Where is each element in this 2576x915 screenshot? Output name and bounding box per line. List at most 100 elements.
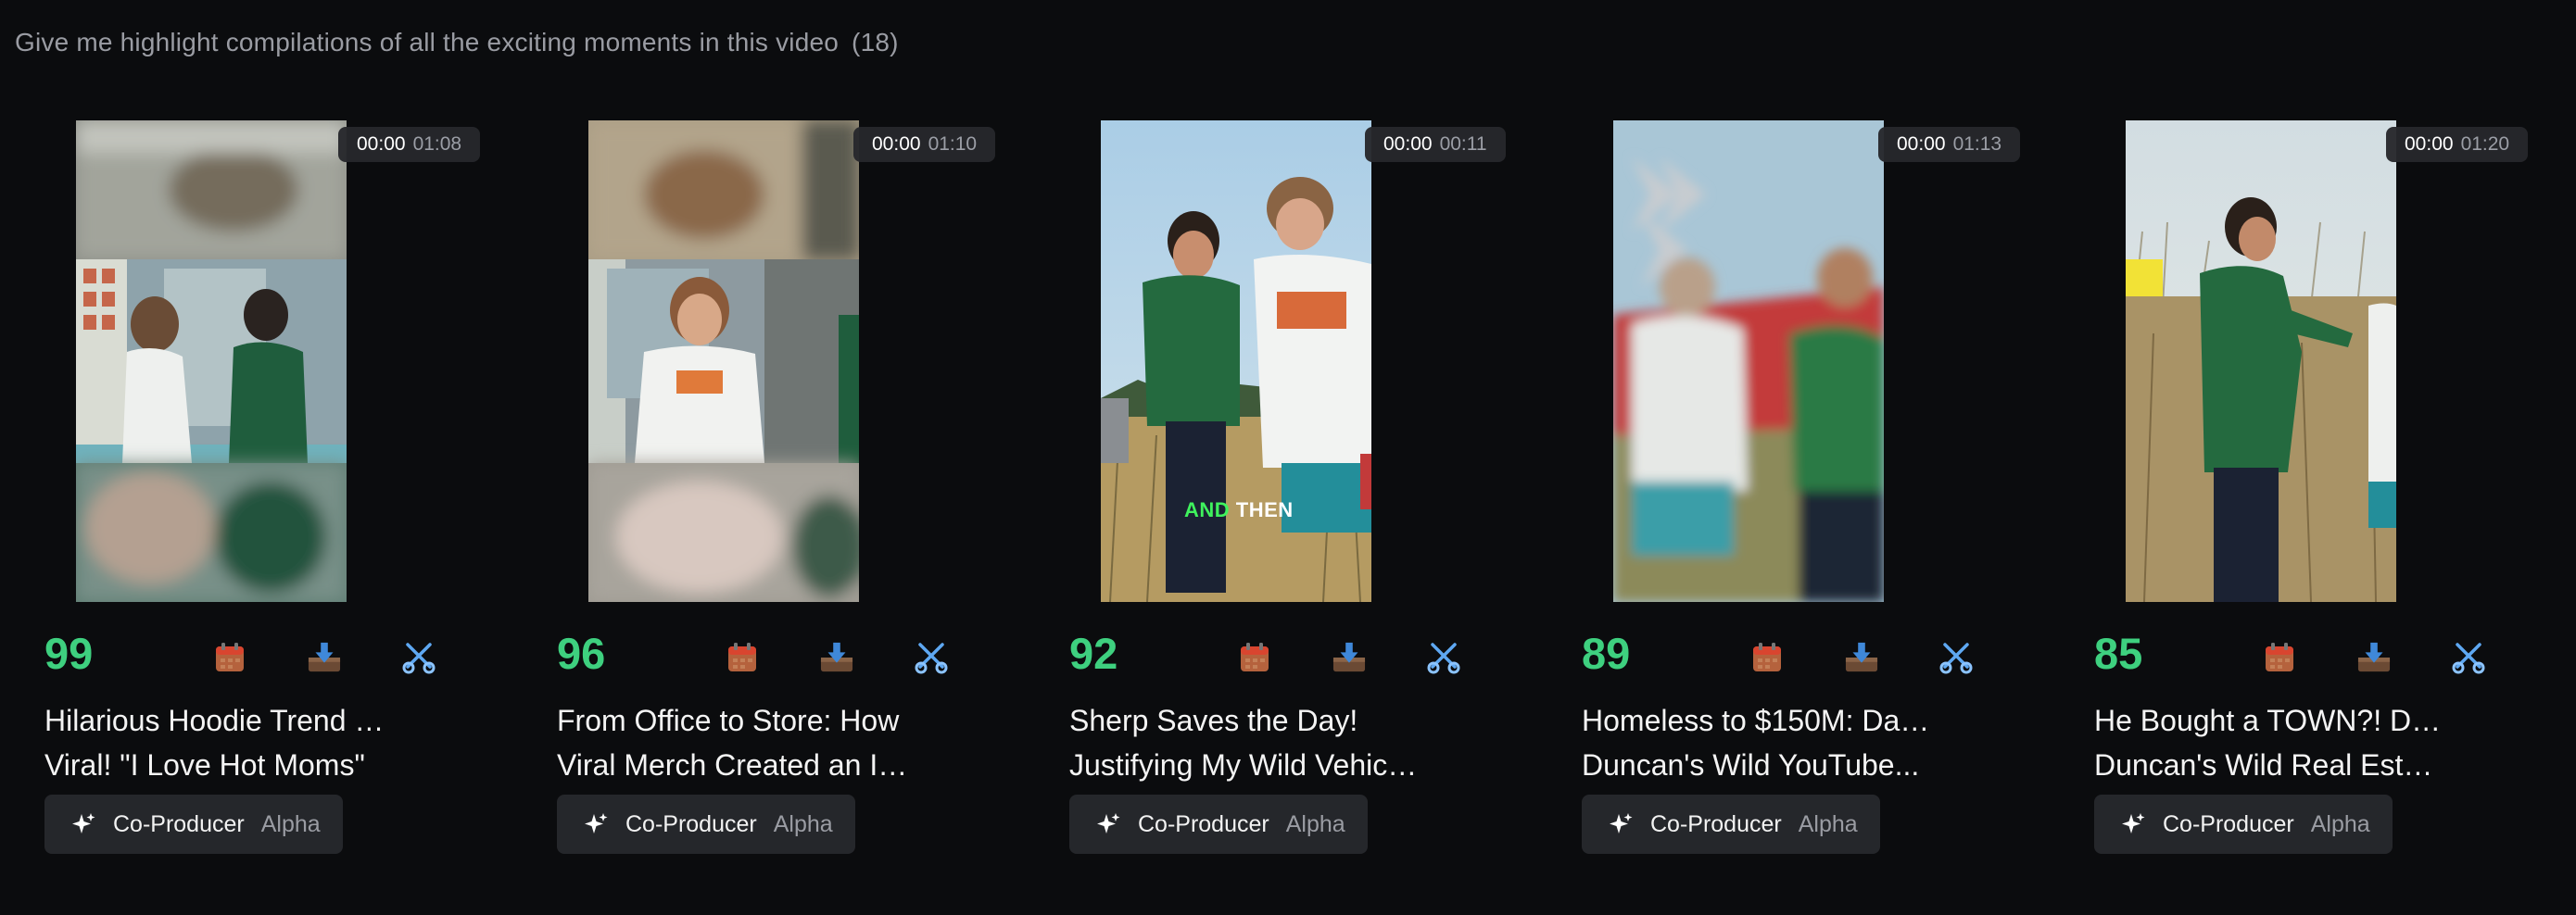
current-time: 00:00 <box>2405 133 2454 155</box>
clip-title-line1: Hilarious Hoodie Trend Goes <box>44 704 397 737</box>
clip-title-line2: Duncan's Wild Real Estate... <box>2094 748 2446 782</box>
schedule-button[interactable] <box>213 637 246 678</box>
edit-button[interactable] <box>402 637 436 678</box>
coproducer-label: Co-Producer <box>1650 810 1782 837</box>
current-time: 00:00 <box>357 133 406 155</box>
scissors-icon <box>2452 643 2485 674</box>
card-actions <box>213 637 436 678</box>
download-button[interactable] <box>308 637 341 678</box>
calendar-icon <box>216 643 244 671</box>
coproducer-label: Co-Producer <box>1138 810 1269 837</box>
coproducer-label: Co-Producer <box>2163 810 2294 837</box>
scissors-icon <box>402 643 436 674</box>
edit-button[interactable] <box>915 637 948 678</box>
virality-score: 96 <box>557 629 606 678</box>
clip-title[interactable]: From Office to Store: How Viral Merch Cr… <box>557 698 909 787</box>
card-actions <box>1750 637 1973 678</box>
clip-thumbnail[interactable] <box>76 120 347 602</box>
calendar-icon <box>1753 643 1781 671</box>
calendar-icon <box>2266 643 2293 671</box>
sparkle-icon <box>1610 813 1633 834</box>
schedule-button[interactable] <box>1238 637 1271 678</box>
alpha-tag: Alpha <box>1798 810 1858 837</box>
alpha-tag: Alpha <box>1285 810 1345 837</box>
clip-title-line2: Justifying My Wild Vehicle... <box>1069 748 1421 782</box>
sparkle-icon <box>72 813 95 834</box>
calendar-icon <box>728 643 756 671</box>
virality-score: 89 <box>1582 629 1631 678</box>
clip-thumbnail[interactable] <box>588 120 859 602</box>
clip-title-line1: From Office to Store: How <box>557 704 900 737</box>
duration-badge: 00:00 01:08 <box>338 127 481 162</box>
scissors-icon <box>1427 643 1460 674</box>
sparkle-icon <box>585 813 608 834</box>
alpha-tag: Alpha <box>773 810 833 837</box>
total-time: 01:13 <box>1952 133 2002 155</box>
download-button[interactable] <box>1845 637 1878 678</box>
coproducer-button[interactable]: Co-Producer Alpha <box>2094 795 2393 854</box>
edit-button[interactable] <box>1939 637 1973 678</box>
sparkle-icon <box>1097 813 1120 834</box>
sparkle-icon <box>2122 813 2145 834</box>
download-icon <box>308 642 341 672</box>
coproducer-button[interactable]: Co-Producer Alpha <box>557 795 855 854</box>
virality-score: 85 <box>2094 629 2143 678</box>
clip-title-line2: Viral Merch Created an Ice... <box>557 748 909 782</box>
edit-button[interactable] <box>2452 637 2485 678</box>
clip-card[interactable]: 00:00 01:08 99 Hilarious Hoodie Trend Go… <box>0 0 481 915</box>
current-time: 00:00 <box>1383 133 1433 155</box>
total-time: 00:11 <box>1439 133 1487 155</box>
caption-word-and: AND <box>1184 498 1231 521</box>
card-actions <box>726 637 948 678</box>
duration-badge: 00:00 01:13 <box>1878 127 2021 162</box>
download-button[interactable] <box>2357 637 2391 678</box>
clip-card[interactable]: AND THEN 00:00 00:11 92 Sherp Saves the … <box>1025 0 1506 915</box>
clip-thumbnail[interactable]: AND THEN <box>1101 120 1371 602</box>
clip-card[interactable]: 00:00 01:13 89 Homeless to $150M: Danny … <box>1537 0 2021 915</box>
current-time: 00:00 <box>872 133 921 155</box>
clip-title[interactable]: Sherp Saves the Day! Justifying My Wild … <box>1069 698 1421 787</box>
card-actions <box>2263 637 2485 678</box>
download-icon <box>1845 642 1878 672</box>
card-actions <box>1238 637 1460 678</box>
download-icon <box>2357 642 2391 672</box>
duration-badge: 00:00 01:10 <box>853 127 996 162</box>
schedule-button[interactable] <box>726 637 759 678</box>
clip-thumbnail[interactable] <box>1613 120 1884 602</box>
total-time: 01:10 <box>928 133 978 155</box>
clip-title[interactable]: Homeless to $150M: Danny Duncan's Wild Y… <box>1582 698 1934 787</box>
coproducer-button[interactable]: Co-Producer Alpha <box>1582 795 1880 854</box>
duration-badge: 00:00 01:20 <box>2386 127 2529 162</box>
coproducer-button[interactable]: Co-Producer Alpha <box>1069 795 1368 854</box>
clip-thumbnail[interactable] <box>2126 120 2396 602</box>
coproducer-label: Co-Producer <box>113 810 245 837</box>
schedule-button[interactable] <box>1750 637 1784 678</box>
video-caption: AND THEN <box>1184 498 1294 522</box>
clip-title-line1: He Bought a TOWN?! Danny <box>2094 704 2446 737</box>
download-button[interactable] <box>820 637 853 678</box>
clip-title-line1: Sherp Saves the Day! <box>1069 704 1358 737</box>
clip-title[interactable]: He Bought a TOWN?! Danny Duncan's Wild R… <box>2094 698 2446 787</box>
schedule-button[interactable] <box>2263 637 2296 678</box>
duration-badge: 00:00 00:11 <box>1365 127 1506 162</box>
coproducer-button[interactable]: Co-Producer Alpha <box>44 795 343 854</box>
clip-title-line1: Homeless to $150M: Danny <box>1582 704 1934 737</box>
total-time: 01:08 <box>412 133 462 155</box>
virality-score: 92 <box>1069 629 1118 678</box>
clip-card[interactable]: 00:00 01:10 96 From Office to Store: How… <box>512 0 996 915</box>
coproducer-label: Co-Producer <box>625 810 757 837</box>
download-icon <box>820 642 853 672</box>
clip-title-line2: Viral! "I Love Hot Moms" <box>44 748 365 782</box>
alpha-tag: Alpha <box>260 810 321 837</box>
edit-button[interactable] <box>1427 637 1460 678</box>
total-time: 01:20 <box>2460 133 2510 155</box>
download-button[interactable] <box>1332 637 1366 678</box>
virality-score: 99 <box>44 629 94 678</box>
clip-card[interactable]: 00:00 01:20 85 He Bought a TOWN?! Danny … <box>2050 0 2529 915</box>
clip-title[interactable]: Hilarious Hoodie Trend Goes Viral! "I Lo… <box>44 698 397 787</box>
clip-title-line2: Duncan's Wild YouTube... <box>1582 748 1920 782</box>
scissors-icon <box>915 643 948 674</box>
download-icon <box>1332 642 1366 672</box>
caption-word-then: THEN <box>1235 498 1294 521</box>
current-time: 00:00 <box>1897 133 1946 155</box>
